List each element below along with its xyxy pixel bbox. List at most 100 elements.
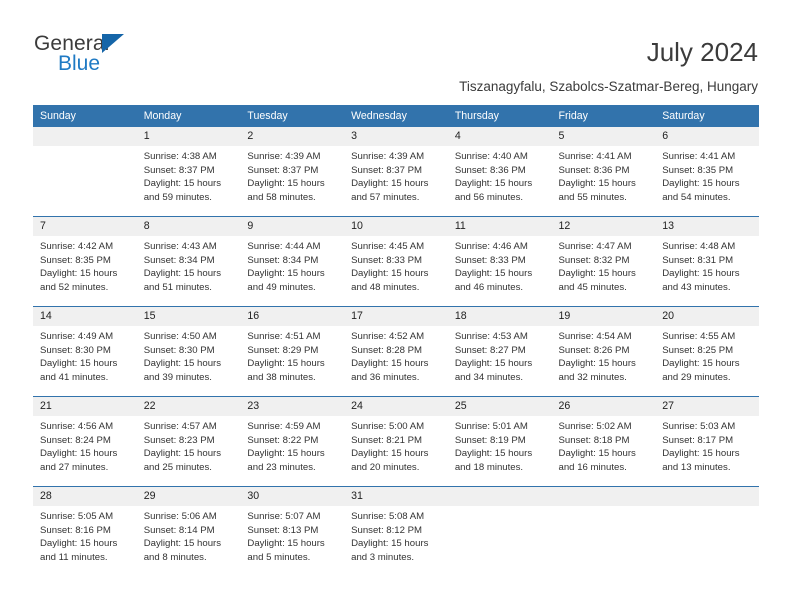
daylight-text-line2: and 45 minutes.: [558, 281, 627, 293]
sunset-text: Sunset: 8:36 PM: [454, 164, 526, 176]
daylight-text-line2: and 8 minutes.: [143, 551, 207, 563]
sunrise-text: Sunrise: 5:00 AM: [351, 421, 425, 432]
daylight-text-line1: Daylight: 15 hours: [662, 358, 740, 370]
day-number: 20: [655, 307, 759, 326]
sunrise-text: Sunrise: 4:54 AM: [558, 331, 632, 342]
sunrise-text: Sunrise: 4:47 AM: [558, 241, 632, 252]
calendar-day-cell[interactable]: 26 Sunrise: 5:02 AM Sunset: 8:18 PM Dayligh…: [551, 396, 656, 487]
daylight-text-line1: Daylight: 15 hours: [143, 178, 222, 190]
calendar-day-cell[interactable]: 4 Sunrise: 4:40 AM Sunset: 8:36 PM Daylight…: [447, 127, 552, 217]
calendar-day-cell[interactable]: 15 Sunrise: 4:50 AM Sunset: 8:30 PM Dayligh…: [136, 306, 241, 397]
sunrise-text: Sunrise: 4:50 AM: [143, 331, 217, 342]
calendar-day-cell[interactable]: 7 Sunrise: 4:42 AM Sunset: 8:35 PM Daylight…: [33, 216, 137, 307]
calendar-day-cell[interactable]: 1 Sunrise: 4:38 AM Sunset: 8:37 PM Daylight…: [136, 127, 241, 217]
day-details: Sunrise: 4:43 AM Sunset: 8:34 PM Daylight:…: [137, 236, 241, 294]
calendar-day-cell[interactable]: 14 Sunrise: 4:49 AM Sunset: 8:30 PM Dayligh…: [33, 306, 137, 397]
general-blue-logo[interactable]: General Blue: [34, 33, 234, 83]
calendar-day-cell[interactable]: 25 Sunrise: 5:01 AM Sunset: 8:19 PM Dayligh…: [447, 396, 552, 487]
calendar-cell-inner: [655, 487, 759, 576]
calendar-cell-inner: 7 Sunrise: 4:42 AM Sunset: 8:35 PM Daylight…: [33, 217, 137, 306]
day-details: Sunrise: 4:46 AM Sunset: 8:33 PM Daylight:…: [448, 236, 552, 294]
day-details: Sunrise: 4:44 AM Sunset: 8:34 PM Daylight:…: [240, 236, 344, 294]
sunrise-text: Sunrise: 4:51 AM: [247, 331, 321, 342]
calendar-day-cell[interactable]: 6 Sunrise: 4:41 AM Sunset: 8:35 PM Daylight…: [655, 127, 759, 217]
daylight-text-line2: and 39 minutes.: [143, 371, 212, 383]
day-details: Sunrise: 4:49 AM Sunset: 8:30 PM Daylight:…: [33, 326, 137, 384]
daylight-text-line2: and 32 minutes.: [558, 371, 627, 383]
calendar-day-cell[interactable]: 9 Sunrise: 4:44 AM Sunset: 8:34 PM Daylight…: [240, 216, 345, 307]
daylight-text-line2: and 13 minutes.: [662, 461, 731, 473]
calendar-day-cell[interactable]: 24 Sunrise: 5:00 AM Sunset: 8:21 PM Dayligh…: [344, 396, 448, 487]
daylight-text-line1: Daylight: 15 hours: [143, 538, 222, 550]
daylight-text-line2: and 43 minutes.: [662, 281, 731, 293]
calendar-week-row: 28 Sunrise: 5:05 AM Sunset: 8:16 PM Dayligh…: [33, 486, 759, 576]
day-details: Sunrise: 4:41 AM Sunset: 8:35 PM Daylight:…: [655, 146, 759, 204]
calendar-day-cell[interactable]: 20 Sunrise: 4:55 AM Sunset: 8:25 PM Dayligh…: [655, 306, 759, 397]
day-number: 23: [240, 397, 345, 416]
day-details: Sunrise: 5:05 AM Sunset: 8:16 PM Daylight:…: [33, 506, 137, 564]
day-details: Sunrise: 4:55 AM Sunset: 8:25 PM Daylight:…: [655, 326, 759, 384]
daylight-text-line2: and 3 minutes.: [351, 551, 415, 563]
daylight-text-line2: and 11 minutes.: [40, 551, 108, 563]
day-number: 6: [655, 127, 759, 146]
sunrise-text: Sunrise: 4:42 AM: [40, 241, 114, 252]
day-details: Sunrise: 4:56 AM Sunset: 8:24 PM Daylight:…: [33, 416, 137, 474]
calendar-day-cell[interactable]: 17 Sunrise: 4:52 AM Sunset: 8:28 PM Dayligh…: [344, 306, 448, 397]
weekday-header-wednesday: Wednesday: [344, 105, 448, 127]
calendar-cell-inner: 17 Sunrise: 4:52 AM Sunset: 8:28 PM Dayligh…: [344, 307, 448, 396]
calendar-day-cell[interactable]: 23 Sunrise: 4:59 AM Sunset: 8:22 PM Dayligh…: [240, 396, 345, 487]
page-title: July 2024: [646, 37, 758, 67]
sunset-text: Sunset: 8:12 PM: [351, 524, 423, 536]
day-details: Sunrise: 4:52 AM Sunset: 8:28 PM Daylight:…: [344, 326, 448, 384]
daylight-text-line2: and 16 minutes.: [558, 461, 627, 473]
sunset-text: Sunset: 8:35 PM: [662, 164, 734, 176]
daylight-text-line1: Daylight: 15 hours: [247, 358, 325, 370]
day-details: Sunrise: 4:57 AM Sunset: 8:23 PM Daylight:…: [137, 416, 241, 474]
calendar-day-cell[interactable]: 27 Sunrise: 5:03 AM Sunset: 8:17 PM Dayligh…: [655, 396, 759, 487]
calendar-cell-inner: 5 Sunrise: 4:41 AM Sunset: 8:36 PM Daylight…: [551, 127, 656, 216]
calendar-day-cell[interactable]: 28 Sunrise: 5:05 AM Sunset: 8:16 PM Dayligh…: [33, 486, 137, 576]
sunrise-text: Sunrise: 4:46 AM: [454, 241, 528, 252]
daylight-text-line1: Daylight: 15 hours: [351, 178, 429, 190]
calendar-day-cell[interactable]: 12 Sunrise: 4:47 AM Sunset: 8:32 PM Dayligh…: [551, 216, 656, 307]
day-number: [551, 487, 656, 506]
calendar-week-row: 21 Sunrise: 4:56 AM Sunset: 8:24 PM Dayligh…: [33, 396, 759, 487]
day-number: 18: [447, 307, 552, 326]
calendar-day-cell[interactable]: 10 Sunrise: 4:45 AM Sunset: 8:33 PM Dayligh…: [344, 216, 448, 307]
daylight-text-line1: Daylight: 15 hours: [454, 178, 533, 190]
calendar-day-cell[interactable]: 11 Sunrise: 4:46 AM Sunset: 8:33 PM Dayligh…: [447, 216, 552, 307]
calendar-day-cell[interactable]: 18 Sunrise: 4:53 AM Sunset: 8:27 PM Dayligh…: [447, 306, 552, 397]
calendar-day-cell[interactable]: 13 Sunrise: 4:48 AM Sunset: 8:31 PM Dayligh…: [655, 216, 759, 307]
sunrise-text: Sunrise: 5:01 AM: [454, 421, 528, 432]
sunset-text: Sunset: 8:17 PM: [662, 434, 734, 446]
day-number: 21: [33, 397, 137, 416]
sunrise-text: Sunrise: 4:41 AM: [558, 151, 632, 162]
calendar-table: Sunday Monday Tuesday Wednesday Thursday…: [33, 105, 759, 576]
daylight-text-line1: Daylight: 15 hours: [662, 268, 740, 280]
daylight-text-line2: and 41 minutes.: [40, 371, 109, 383]
calendar-day-cell[interactable]: 2 Sunrise: 4:39 AM Sunset: 8:37 PM Daylight…: [240, 127, 345, 217]
daylight-text-line2: and 38 minutes.: [247, 371, 316, 383]
calendar-day-cell[interactable]: 29 Sunrise: 5:06 AM Sunset: 8:14 PM Dayligh…: [136, 486, 241, 576]
day-details: Sunrise: 4:54 AM Sunset: 8:26 PM Daylight:…: [552, 326, 656, 384]
calendar-day-cell[interactable]: 3 Sunrise: 4:39 AM Sunset: 8:37 PM Daylight…: [344, 127, 448, 217]
sunset-text: Sunset: 8:30 PM: [40, 344, 111, 356]
daylight-text-line1: Daylight: 15 hours: [40, 448, 118, 460]
calendar-day-cell[interactable]: 30 Sunrise: 5:07 AM Sunset: 8:13 PM Dayligh…: [240, 486, 345, 576]
calendar-day-cell[interactable]: 5 Sunrise: 4:41 AM Sunset: 8:36 PM Daylight…: [551, 127, 656, 217]
daylight-text-line1: Daylight: 15 hours: [351, 448, 429, 460]
calendar-day-cell[interactable]: 22 Sunrise: 4:57 AM Sunset: 8:23 PM Dayligh…: [136, 396, 241, 487]
calendar-cell-inner: 21 Sunrise: 4:56 AM Sunset: 8:24 PM Dayligh…: [33, 397, 137, 486]
sunrise-text: Sunrise: 4:48 AM: [662, 241, 736, 252]
sunset-text: Sunset: 8:14 PM: [143, 524, 215, 536]
sunrise-text: Sunrise: 5:06 AM: [143, 511, 217, 522]
calendar-day-cell[interactable]: 8 Sunrise: 4:43 AM Sunset: 8:34 PM Daylight…: [136, 216, 241, 307]
calendar-day-cell[interactable]: 21 Sunrise: 4:56 AM Sunset: 8:24 PM Dayligh…: [33, 396, 137, 487]
calendar-day-cell[interactable]: 16 Sunrise: 4:51 AM Sunset: 8:29 PM Dayligh…: [240, 306, 345, 397]
day-number: 11: [447, 217, 552, 236]
calendar-day-cell[interactable]: 31 Sunrise: 5:08 AM Sunset: 8:12 PM Dayligh…: [344, 486, 448, 576]
sunrise-text: Sunrise: 5:07 AM: [247, 511, 321, 522]
calendar-day-cell[interactable]: 19 Sunrise: 4:54 AM Sunset: 8:26 PM Dayligh…: [551, 306, 656, 397]
day-details: Sunrise: 4:51 AM Sunset: 8:29 PM Daylight:…: [240, 326, 344, 384]
daylight-text-line1: Daylight: 15 hours: [40, 358, 118, 370]
